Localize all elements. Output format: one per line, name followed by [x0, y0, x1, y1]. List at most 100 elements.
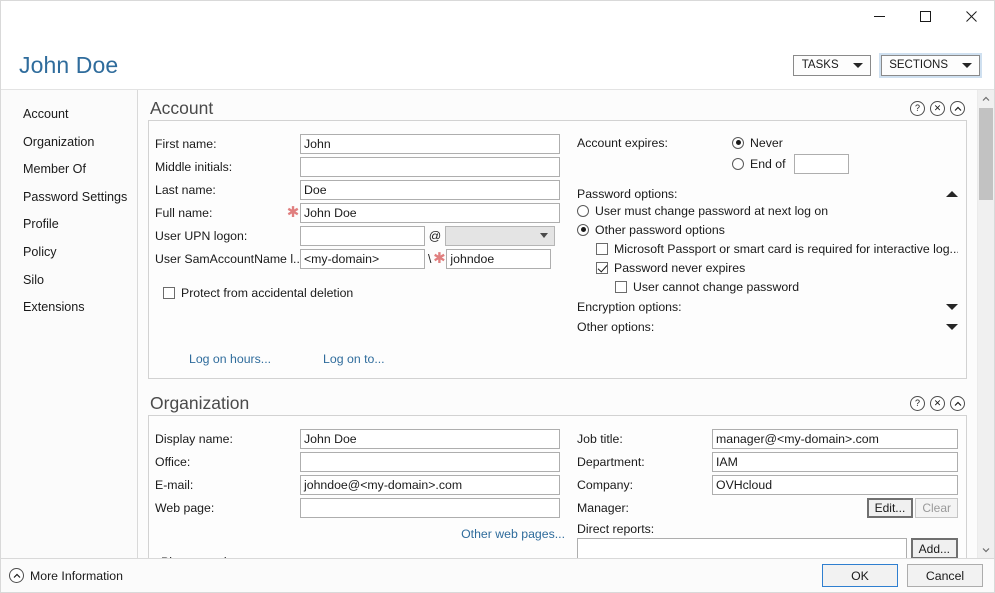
- tasks-button-label: TASKS: [802, 59, 839, 71]
- log-on-to-link[interactable]: Log on to...: [323, 352, 385, 366]
- tasks-button[interactable]: TASKS: [793, 55, 871, 76]
- close-icon[interactable]: [948, 1, 994, 31]
- sam-input[interactable]: johndoe: [446, 249, 551, 269]
- scrollbar-thumb[interactable]: [979, 108, 993, 200]
- chevron-down-icon[interactable]: [946, 324, 958, 330]
- account-section-title: Account: [150, 98, 213, 119]
- expires-end-of-label: End of: [750, 157, 786, 171]
- vertical-scrollbar[interactable]: [977, 90, 994, 558]
- cancel-button[interactable]: Cancel: [907, 564, 983, 587]
- sidebar-item-policy[interactable]: Policy: [23, 238, 137, 266]
- last-name-input[interactable]: Doe: [300, 180, 560, 200]
- expand-up-icon[interactable]: [9, 568, 24, 583]
- password-never-expires-checkbox[interactable]: [596, 262, 608, 274]
- full-name-label: Full name:: [155, 206, 286, 220]
- expires-end-of-radio[interactable]: [732, 158, 744, 170]
- user-properties-window: John Doe TASKS SECTIONS Account Organiza…: [0, 0, 995, 593]
- minimize-icon[interactable]: [856, 1, 902, 31]
- display-name-input[interactable]: John Doe: [300, 429, 560, 449]
- other-options-header[interactable]: Other options:: [577, 320, 958, 334]
- direct-reports-add-button[interactable]: Add...: [911, 538, 958, 558]
- first-name-input[interactable]: John: [300, 134, 560, 154]
- other-web-pages-link[interactable]: Other web pages...: [461, 527, 565, 541]
- expires-end-of-row[interactable]: End of: [732, 154, 849, 173]
- collapse-icon[interactable]: [950, 101, 965, 116]
- email-label: E-mail:: [155, 478, 300, 492]
- content-pane: Account ? ✕ First n: [138, 90, 994, 558]
- close-icon[interactable]: ✕: [930, 101, 945, 116]
- expires-end-of-input[interactable]: [794, 154, 849, 174]
- must-change-password-row[interactable]: User must change password at next log on: [577, 201, 958, 220]
- full-name-input[interactable]: John Doe: [300, 203, 560, 223]
- chevron-up-icon[interactable]: [946, 191, 958, 197]
- upn-input[interactable]: [300, 226, 425, 246]
- department-label: Department:: [577, 455, 712, 469]
- upn-row: User UPN logon: @: [155, 225, 571, 246]
- department-input[interactable]: IAM: [712, 452, 958, 472]
- protect-deletion-row[interactable]: Protect from accidental deletion: [155, 283, 571, 302]
- sections-button[interactable]: SECTIONS: [881, 55, 980, 76]
- job-title-input[interactable]: manager@<my-domain>.com: [712, 429, 958, 449]
- sidebar-item-profile[interactable]: Profile: [23, 210, 137, 238]
- protect-deletion-checkbox[interactable]: [163, 287, 175, 299]
- must-change-password-radio[interactable]: [577, 205, 589, 217]
- sidebar-item-label: Account: [23, 107, 69, 121]
- smartcard-required-row[interactable]: Microsoft Passport or smart card is requ…: [577, 239, 958, 258]
- sidebar-item-label: Password Settings: [23, 190, 127, 204]
- account-section: Account ? ✕ First n: [138, 90, 977, 379]
- display-name-row: Display name: John Doe: [155, 428, 571, 449]
- manager-edit-button[interactable]: Edit...: [867, 498, 914, 518]
- department-row: Department: IAM: [577, 451, 958, 472]
- user-cannot-change-password-checkbox[interactable]: [615, 281, 627, 293]
- password-never-expires-row[interactable]: Password never expires: [577, 258, 958, 277]
- must-change-password-label: User must change password at next log on: [595, 204, 828, 218]
- email-input[interactable]: johndoe@<my-domain>.com: [300, 475, 560, 495]
- scroll-area: Account ? ✕ First n: [138, 90, 977, 558]
- sidebar-item-silo[interactable]: Silo: [23, 266, 137, 294]
- help-icon[interactable]: ?: [910, 101, 925, 116]
- maximize-icon[interactable]: [902, 1, 948, 31]
- scroll-down-button[interactable]: [978, 541, 994, 558]
- title-bar: [1, 1, 994, 41]
- smartcard-required-checkbox[interactable]: [596, 243, 608, 255]
- close-icon[interactable]: ✕: [930, 396, 945, 411]
- account-section-icons: ? ✕: [910, 101, 965, 116]
- office-input[interactable]: [300, 452, 560, 472]
- sam-domain-input[interactable]: <my-domain>: [300, 249, 425, 269]
- other-password-options-row[interactable]: Other password options: [577, 220, 958, 239]
- first-name-row: First name: John: [155, 133, 571, 154]
- organization-section-header: Organization ? ✕: [148, 393, 967, 415]
- sidebar-item-organization[interactable]: Organization: [23, 128, 137, 156]
- expires-never-row[interactable]: Never: [732, 133, 849, 152]
- collapse-icon[interactable]: [950, 396, 965, 411]
- sidebar-item-account[interactable]: Account: [23, 100, 137, 128]
- sidebar-item-label: Policy: [23, 245, 57, 259]
- sidebar-item-extensions[interactable]: Extensions: [23, 293, 137, 321]
- account-right-column: Account expires: Never End of: [571, 133, 966, 378]
- password-options-header[interactable]: Password options:: [577, 187, 958, 201]
- middle-initials-label: Middle initials:: [155, 160, 300, 174]
- more-information-toggle[interactable]: More Information: [9, 568, 123, 583]
- web-page-input[interactable]: [300, 498, 560, 518]
- upn-domain-select[interactable]: [445, 226, 555, 246]
- company-input[interactable]: OVHcloud: [712, 475, 958, 495]
- sidebar-item-member-of[interactable]: Member Of: [23, 155, 137, 183]
- expires-never-radio[interactable]: [732, 137, 744, 149]
- web-page-label: Web page:: [155, 501, 300, 515]
- ok-button[interactable]: OK: [822, 564, 898, 587]
- scroll-up-button[interactable]: [978, 90, 994, 107]
- user-cannot-change-password-row[interactable]: User cannot change password: [577, 277, 958, 296]
- other-password-options-radio[interactable]: [577, 224, 589, 236]
- log-on-hours-link[interactable]: Log on hours...: [189, 352, 271, 366]
- direct-reports-list[interactable]: [577, 538, 907, 558]
- sidebar-item-password-settings[interactable]: Password Settings: [23, 183, 137, 211]
- help-icon[interactable]: ?: [910, 396, 925, 411]
- job-title-label: Job title:: [577, 432, 712, 446]
- middle-initials-input[interactable]: [300, 157, 560, 177]
- page-title: John Doe: [19, 52, 118, 79]
- encryption-options-header[interactable]: Encryption options:: [577, 300, 958, 314]
- sidebar-item-label: Member Of: [23, 162, 86, 176]
- chevron-down-icon[interactable]: [946, 304, 958, 310]
- account-section-box: First name: John Middle initials: Last n…: [148, 120, 967, 379]
- encryption-options-label: Encryption options:: [577, 300, 682, 314]
